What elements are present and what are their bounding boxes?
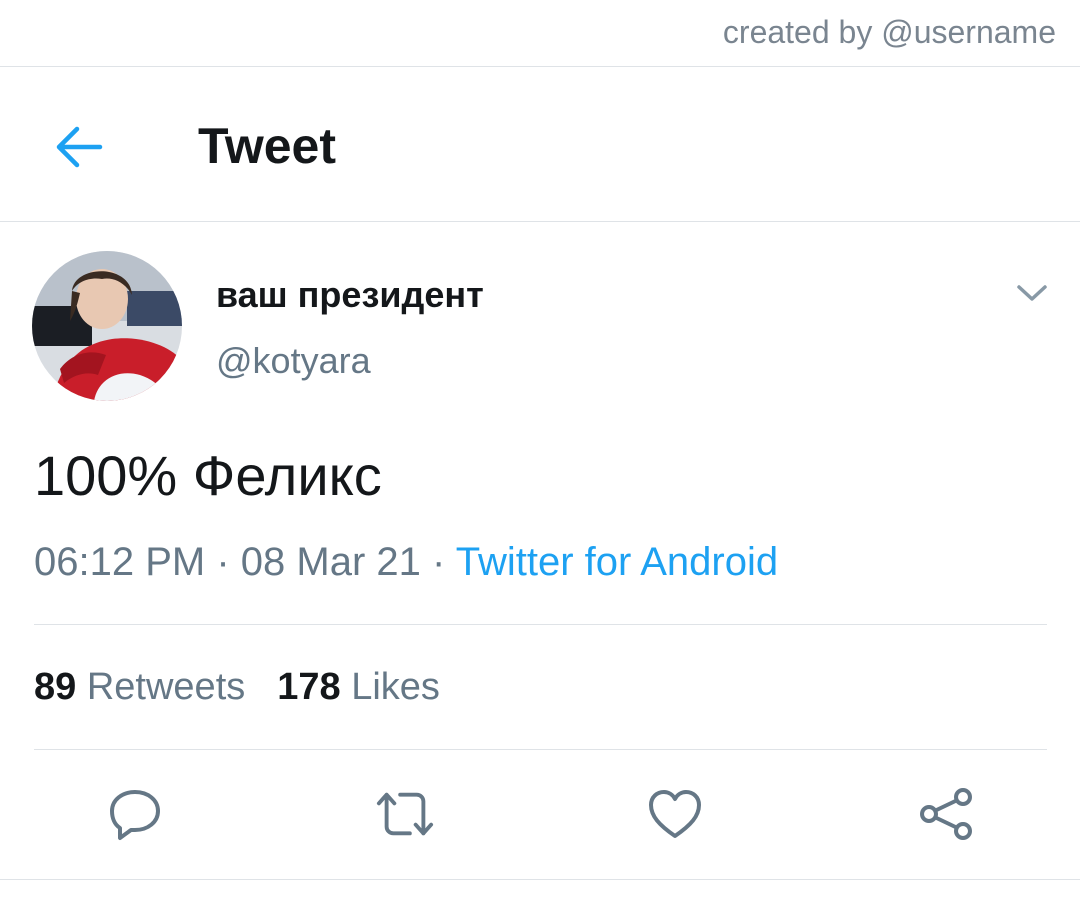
likes-label: Likes xyxy=(351,666,440,708)
retweets-count: 89 xyxy=(34,666,77,708)
retweets-stat[interactable]: 89 Retweets xyxy=(34,666,245,709)
tweet-time: 06:12 PM xyxy=(34,540,206,584)
divider-meta xyxy=(34,624,1047,625)
divider-stats xyxy=(34,749,1047,750)
share-icon xyxy=(920,788,972,840)
arrow-left-icon xyxy=(56,126,103,168)
like-button[interactable] xyxy=(645,786,705,842)
more-options-button[interactable] xyxy=(1012,276,1052,310)
retweet-icon xyxy=(376,792,434,836)
tweet-source-link[interactable]: Twitter for Android xyxy=(456,540,778,584)
tweet-text: 100% Феликс xyxy=(34,444,382,507)
reply-icon xyxy=(110,790,160,840)
meta-separator: · xyxy=(432,540,446,584)
likes-count: 178 xyxy=(277,666,341,708)
retweets-label: Retweets xyxy=(86,666,246,708)
meta-separator: · xyxy=(216,540,230,584)
divider-bottom xyxy=(0,879,1080,880)
back-button[interactable] xyxy=(48,118,108,176)
avatar[interactable] xyxy=(32,251,182,401)
like-icon xyxy=(649,790,701,838)
likes-stat[interactable]: 178 Likes xyxy=(277,666,440,709)
author-display-name[interactable]: ваш президент xyxy=(216,274,484,316)
retweet-button[interactable] xyxy=(375,786,435,842)
tweet-date: 08 Mar 21 xyxy=(240,540,421,584)
tweet-stats: 89 Retweets 178 Likes xyxy=(34,666,440,709)
page-title: Tweet xyxy=(198,118,336,174)
reply-button[interactable] xyxy=(105,786,165,842)
divider-header xyxy=(0,221,1080,222)
chevron-down-icon xyxy=(1017,285,1047,301)
watermark-text: created by @username xyxy=(722,14,1056,50)
divider-top xyxy=(0,66,1080,67)
author-handle[interactable]: @kotyara xyxy=(216,340,371,382)
share-button[interactable] xyxy=(916,786,976,842)
tweet-meta: 06:12 PM · 08 Mar 21 · Twitter for Andro… xyxy=(34,540,778,585)
